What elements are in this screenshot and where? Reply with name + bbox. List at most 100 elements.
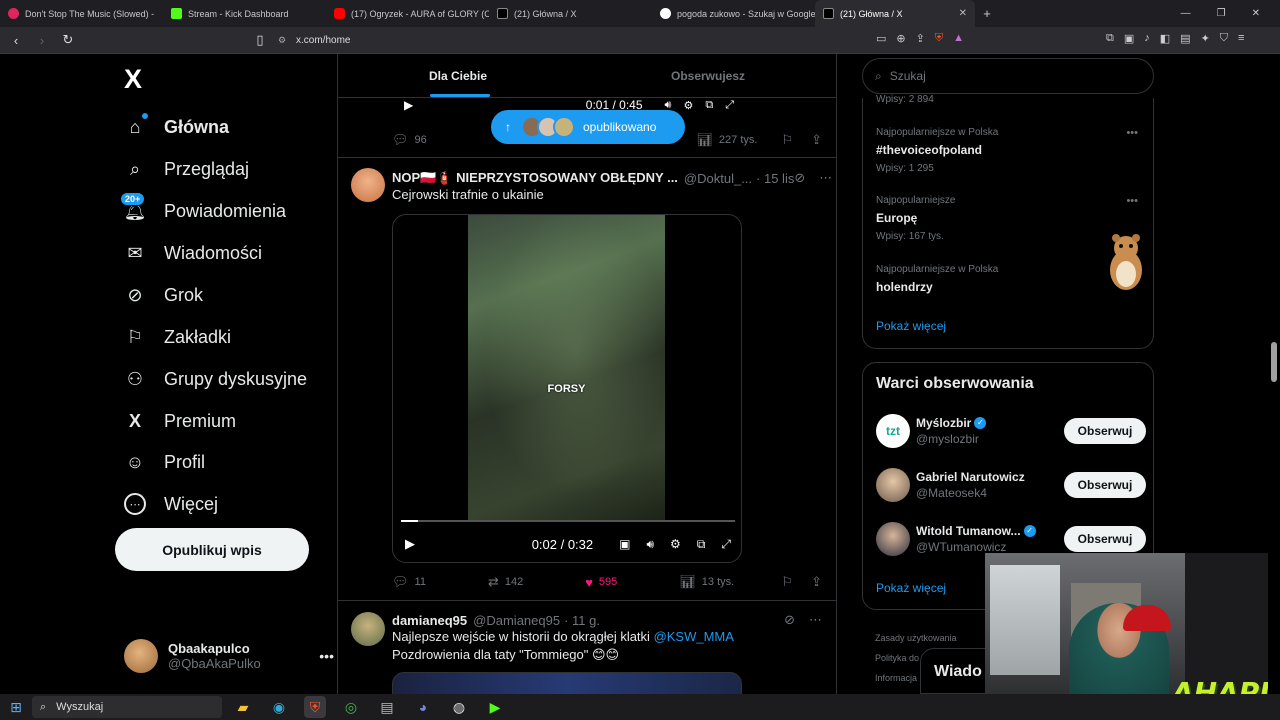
sidebar-item-home[interactable]: ⌂ Główna	[124, 110, 229, 144]
restore-icon[interactable]: ❐	[1217, 8, 1226, 19]
tweet-time[interactable]: · 11 g.	[564, 613, 600, 628]
views-button[interactable]: 📊︎ 13 tys.	[679, 574, 734, 590]
video-player[interactable]: FORSY ▶ 0:02 / 0:32 ▣ 🔊︎ ⚙ ⧉ ⤢	[392, 214, 742, 563]
music-icon[interactable]: ♪	[1144, 32, 1150, 45]
sidebar-item-bookmarks[interactable]: ⚐ Zakładki	[124, 320, 231, 354]
screenshot-icon[interactable]: ▣	[1124, 32, 1134, 45]
pip-icon[interactable]: ⧉	[705, 99, 713, 112]
account-switcher[interactable]: Qbaakapulco @QbaAkaPulko •••	[124, 638, 334, 674]
sidebar-item-profile[interactable]: ☺ Profil	[124, 445, 205, 479]
trend-item[interactable]: Wpisy: 2 894	[876, 94, 1146, 105]
trend-more-icon[interactable]: •••	[1126, 195, 1138, 207]
browser-tab[interactable]: Don't Stop The Music (Slowed) -	[0, 0, 163, 27]
brave-rewards-icon[interactable]: ▲	[953, 32, 964, 45]
media-preview[interactable]	[392, 672, 742, 694]
show-more-link[interactable]: Pokaż więcej	[876, 319, 946, 333]
pip-icon[interactable]: ⧉	[697, 537, 706, 552]
back-icon[interactable]: ‹	[6, 33, 26, 48]
chrome-icon[interactable]: ◎	[340, 696, 362, 718]
sidebar-item-communities[interactable]: ⚇ Grupy dyskusyjne	[124, 362, 307, 396]
author-name[interactable]: NOP🇵🇱🧯 NIEPRZYSTOSOWANY OBŁĘDNY ...	[392, 170, 678, 186]
page-scrollbar[interactable]	[1268, 54, 1280, 694]
file-explorer-icon[interactable]: ▰	[232, 696, 254, 718]
site-info-icon[interactable]: ⚙	[278, 35, 286, 46]
share-icon[interactable]: ⇪	[811, 132, 822, 148]
follow-button[interactable]: Obserwuj	[1064, 418, 1146, 444]
obs-icon[interactable]: ◍	[448, 696, 470, 718]
app-icon[interactable]: ▤	[376, 696, 398, 718]
sidebar-item-more[interactable]: ⋯ Więcej	[124, 487, 218, 521]
share-icon[interactable]: ⇪	[811, 574, 822, 590]
discord-icon[interactable]: ◕	[412, 696, 434, 718]
tab-following[interactable]: Obserwujesz	[671, 69, 745, 83]
bookmark-page-icon[interactable]: ▯	[250, 32, 270, 48]
sidebar-toggle-icon[interactable]: ◧	[1160, 32, 1170, 45]
bookmark-icon[interactable]: ⚐	[781, 132, 793, 148]
browser-tab[interactable]: (21) Główna / X	[489, 0, 652, 27]
footer-link[interactable]: Zasady użytkowania	[875, 628, 957, 648]
browser-tab[interactable]: pogoda zukowo - Szukaj w Google	[652, 0, 815, 27]
follow-suggestion[interactable]: tzt Myślozbir ✓ @myslozbir Obserwuj	[876, 413, 1146, 449]
trend-more-icon[interactable]: •••	[1126, 127, 1138, 139]
scrollbar-thumb[interactable]	[1271, 342, 1277, 382]
browser-tab[interactable]: Stream - Kick Dashboard	[163, 0, 326, 27]
captions-icon[interactable]: ▣	[619, 537, 630, 551]
account-more-icon[interactable]: •••	[319, 648, 334, 664]
settings-icon[interactable]: ⚙	[683, 99, 693, 112]
browser-tab[interactable]: (17) Ogryzek - AURA of GLORY (Offic	[326, 0, 489, 27]
share-icon[interactable]: ⇪	[916, 32, 925, 45]
play-icon[interactable]: ▶	[404, 98, 413, 112]
sidebar-item-notifications[interactable]: 🔔︎ 20+ Powiadomienia	[120, 192, 286, 228]
taskbar-search[interactable]: ⌕ Wyszukaj	[32, 696, 222, 718]
close-window-icon[interactable]: ✕	[1252, 8, 1260, 19]
zoom-icon[interactable]: ⊕	[896, 32, 905, 45]
close-tab-icon[interactable]: ✕	[959, 8, 967, 19]
new-tab-button[interactable]: +	[975, 6, 999, 21]
post-button[interactable]: Opublikuj wpis	[115, 528, 309, 571]
sidebar-item-grok[interactable]: ⊘ Grok	[124, 278, 203, 312]
repost-button[interactable]: ⇄ 142	[488, 574, 523, 590]
video-progress-bar[interactable]	[401, 520, 735, 522]
x-logo-icon[interactable]: X	[124, 64, 142, 95]
volume-icon[interactable]: 🔊︎	[646, 537, 654, 552]
grok-icon[interactable]: ⊘	[784, 612, 795, 628]
sidebar-item-explore[interactable]: ⌕ Przeglądaj	[124, 152, 249, 186]
tweet-time[interactable]: · 15 lis	[756, 171, 794, 186]
author-handle[interactable]: @Doktul_...	[684, 171, 752, 186]
forward-icon[interactable]: ›	[32, 33, 52, 48]
reply-button[interactable]: 💬︎ 96	[392, 132, 427, 148]
windows-start-icon[interactable]: ⊞	[0, 699, 32, 716]
follow-suggestion[interactable]: Witold Tumanow... ✓ @WTumanowicz Obserwuj	[876, 521, 1146, 557]
trend-item[interactable]: Najpopularniejsze w Polska #thevoiceofpo…	[876, 127, 1146, 174]
follow-button[interactable]: Obserwuj	[1064, 472, 1146, 498]
sidebar-item-premium[interactable]: X Premium	[124, 404, 236, 438]
follow-suggestion[interactable]: Gabriel Narutowicz @Mateosek4 Obserwuj	[876, 467, 1146, 503]
extensions-icon[interactable]: ⧉	[1106, 32, 1114, 45]
avatar[interactable]	[351, 168, 385, 202]
reload-icon[interactable]: ↻	[58, 32, 78, 48]
bookmark-icon[interactable]: ⚐	[781, 574, 793, 590]
vpn-icon[interactable]: ⛉	[1220, 32, 1228, 45]
reply-button[interactable]: 💬︎ 11	[392, 574, 426, 590]
browser-tab-active[interactable]: (21) Główna / X ✕	[815, 0, 975, 27]
avatar[interactable]	[351, 612, 385, 646]
brave-shield-icon[interactable]: ⛨	[935, 32, 943, 45]
new-posts-pill[interactable]: ↑ opublikowano	[491, 110, 685, 144]
leo-ai-icon[interactable]: ✦	[1201, 32, 1210, 45]
cast-icon[interactable]: ▭	[876, 32, 886, 45]
grok-icon[interactable]: ⊘	[794, 170, 805, 186]
minimize-icon[interactable]: —	[1181, 8, 1191, 19]
author-handle[interactable]: @Damianeq95	[473, 613, 560, 628]
wallet-icon[interactable]: ▤	[1180, 32, 1190, 45]
more-icon[interactable]: ⋯	[819, 170, 832, 186]
show-more-link[interactable]: Pokaż więcej	[876, 581, 946, 595]
settings-icon[interactable]: ⚙	[670, 537, 681, 551]
sidebar-item-messages[interactable]: ✉ Wiadomości	[124, 236, 262, 270]
search-input[interactable]: ⌕ Szukaj	[862, 58, 1154, 94]
views-button[interactable]: 📊︎ 227 tys.	[696, 132, 757, 148]
like-button[interactable]: ♥ 595	[585, 575, 617, 590]
follow-button[interactable]: Obserwuj	[1064, 526, 1146, 552]
kick-icon[interactable]: ▶	[484, 696, 506, 718]
brave-icon[interactable]: ⛨	[304, 696, 326, 718]
more-icon[interactable]: ⋯	[809, 612, 822, 628]
